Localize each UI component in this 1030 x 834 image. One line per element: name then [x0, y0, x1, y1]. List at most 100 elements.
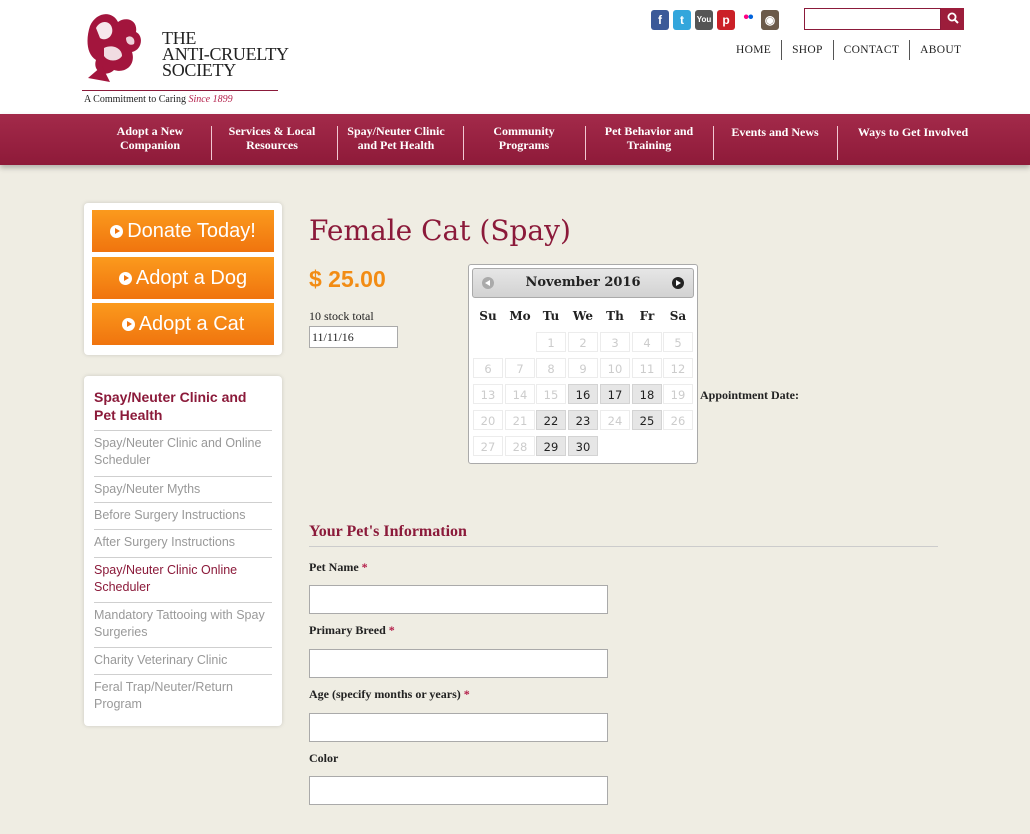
- nav-label-line1: Services & Local: [228, 124, 316, 138]
- subnav-item-online-scheduler[interactable]: Spay/Neuter Clinic Online Scheduler: [94, 557, 272, 596]
- calendar-day-available[interactable]: 17: [600, 384, 630, 404]
- donate-label: Donate Today!: [127, 220, 256, 242]
- calendar-day-disabled: 19: [663, 384, 693, 404]
- logo-tagline: A Commitment to Caring Since 1899: [84, 94, 233, 105]
- dog-cat-logo-icon: [87, 14, 141, 82]
- pet-name-label: Pet Name *: [309, 560, 368, 575]
- calendar-day-disabled: 8: [536, 358, 566, 378]
- search-input[interactable]: [804, 8, 941, 30]
- logo[interactable]: THE ANTI-CRUELTY SOCIETY A Commitment to…: [82, 8, 289, 108]
- calendar-day-available[interactable]: 25: [632, 410, 662, 430]
- nav-item-get-involved[interactable]: Ways to Get Involved: [840, 125, 986, 139]
- calendar-day-disabled: 26: [663, 410, 693, 430]
- calendar-day-disabled: 9: [568, 358, 598, 378]
- calendar-day-available[interactable]: 23: [568, 410, 598, 430]
- primary-breed-field[interactable]: [309, 649, 608, 678]
- nav-item-behavior[interactable]: Pet Behavior and Training: [592, 124, 706, 152]
- subnav-item-after-surgery[interactable]: After Surgery Instructions: [94, 529, 272, 551]
- nav-label-line1: Pet Behavior and: [604, 124, 694, 138]
- adopt-dog-label: Adopt a Dog: [135, 267, 248, 289]
- youtube-icon[interactable]: You: [695, 10, 713, 30]
- twitter-icon[interactable]: t: [673, 10, 691, 30]
- field-label-text: Pet Name: [309, 560, 359, 574]
- primary-breed-label: Primary Breed *: [309, 623, 395, 638]
- facebook-icon[interactable]: f: [651, 10, 669, 30]
- calendar-day-available[interactable]: 30: [568, 436, 598, 456]
- color-field[interactable]: [309, 776, 608, 805]
- calendar-day-disabled: 15: [536, 384, 566, 404]
- product-price: $ 25.00: [309, 266, 386, 292]
- instagram-icon[interactable]: ◉: [761, 10, 779, 30]
- logo-line-3: SOCIETY: [162, 60, 236, 80]
- calendar-day-available[interactable]: 16: [568, 384, 598, 404]
- datepicker-header: November 2016: [472, 268, 694, 298]
- weekday-header: Sa: [669, 309, 687, 323]
- calendar-day-disabled: 7: [505, 358, 535, 378]
- field-label-text: Primary Breed: [309, 623, 386, 637]
- age-label: Age (specify months or years) *: [309, 687, 470, 702]
- nav-item-community[interactable]: Community Programs: [470, 124, 578, 152]
- nav-divider: [837, 126, 838, 160]
- about-link[interactable]: ABOUT: [910, 44, 971, 56]
- subnav-item-clinic-scheduler[interactable]: Spay/Neuter Clinic and Online Scheduler: [94, 430, 272, 469]
- logo-wordmark: THE ANTI-CRUELTY SOCIETY: [162, 29, 289, 80]
- calendar-day-disabled: 13: [473, 384, 503, 404]
- nav-label-line1: Events and News: [731, 125, 819, 139]
- play-icon: [110, 225, 124, 238]
- nav-item-spay-neuter[interactable]: Spay/Neuter Clinic and Pet Health: [336, 124, 456, 152]
- cta-panel: Donate Today! Adopt a Dog Adopt a Cat: [84, 203, 282, 355]
- nav-item-events[interactable]: Events and News: [716, 125, 834, 139]
- shop-link[interactable]: SHOP: [782, 44, 833, 56]
- nav-divider: [585, 126, 586, 160]
- appointment-date-input[interactable]: [309, 326, 398, 348]
- nav-item-services[interactable]: Services & Local Resources: [212, 124, 332, 152]
- utility-nav: HOME SHOP CONTACT ABOUT: [726, 40, 971, 60]
- search-icon: [947, 12, 959, 24]
- pinterest-icon[interactable]: p: [717, 10, 735, 30]
- subnav-title[interactable]: Spay/Neuter Clinic and Pet Health: [94, 388, 264, 424]
- site-header: THE ANTI-CRUELTY SOCIETY A Commitment to…: [0, 0, 1030, 114]
- donate-button[interactable]: Donate Today!: [92, 210, 274, 252]
- appointment-date-label: Appointment Date:: [700, 388, 799, 402]
- flickr-icon[interactable]: ••: [739, 10, 757, 30]
- calendar-day-disabled: 20: [473, 410, 503, 430]
- contact-link[interactable]: CONTACT: [834, 44, 909, 56]
- calendar-day-available[interactable]: 29: [536, 436, 566, 456]
- play-icon: [118, 272, 132, 285]
- nav-label-line2: and Pet Health: [357, 138, 435, 152]
- play-icon: [121, 318, 135, 331]
- search-button[interactable]: [941, 8, 964, 30]
- subnav-item-charity-clinic[interactable]: Charity Veterinary Clinic: [94, 647, 272, 669]
- subnav-item-tattooing[interactable]: Mandatory Tattooing with Spay Surgeries: [94, 602, 272, 641]
- weekday-header: We: [572, 309, 594, 323]
- pet-name-field[interactable]: [309, 585, 608, 614]
- subnav-item-feral-tnr[interactable]: Feral Trap/Neuter/Return Program: [94, 674, 272, 713]
- calendar-day-disabled: 6: [473, 358, 503, 378]
- weekday-header: Th: [606, 309, 624, 323]
- subnav-item-myths[interactable]: Spay/Neuter Myths: [94, 476, 272, 498]
- calendar-day-disabled: 10: [600, 358, 630, 378]
- weekday-header: Su: [479, 309, 497, 323]
- next-month-icon[interactable]: [672, 277, 684, 289]
- logo-divider: [82, 90, 278, 91]
- adopt-cat-button[interactable]: Adopt a Cat: [92, 303, 274, 345]
- adopt-cat-label: Adopt a Cat: [138, 313, 245, 335]
- nav-divider: [713, 126, 714, 160]
- calendar-day-available[interactable]: 22: [536, 410, 566, 430]
- nav-label-line1: Ways to Get Involved: [857, 125, 969, 139]
- datepicker: November 2016 Su Mo Tu We Th Fr Sa 1 2 3 4 5 6 7 8 9 10…: [468, 264, 698, 464]
- nav-label-line2: Companion: [119, 138, 181, 152]
- weekday-header: Mo: [509, 309, 531, 323]
- datepicker-month-label: November 2016: [525, 275, 641, 290]
- age-field[interactable]: [309, 713, 608, 742]
- adopt-dog-button[interactable]: Adopt a Dog: [92, 257, 274, 299]
- nav-label-line1: Community: [493, 124, 555, 138]
- calendar-day-disabled: 4: [632, 332, 662, 352]
- section-divider: [309, 546, 938, 547]
- subnav-item-before-surgery[interactable]: Before Surgery Instructions: [94, 502, 272, 524]
- home-link[interactable]: HOME: [726, 44, 781, 56]
- calendar-day-available[interactable]: 18: [632, 384, 662, 404]
- section-subnav: Spay/Neuter Clinic and Pet Health Spay/N…: [84, 376, 282, 726]
- tagline-since: Since 1899: [188, 94, 233, 105]
- nav-item-adopt[interactable]: Adopt a New Companion: [96, 124, 204, 152]
